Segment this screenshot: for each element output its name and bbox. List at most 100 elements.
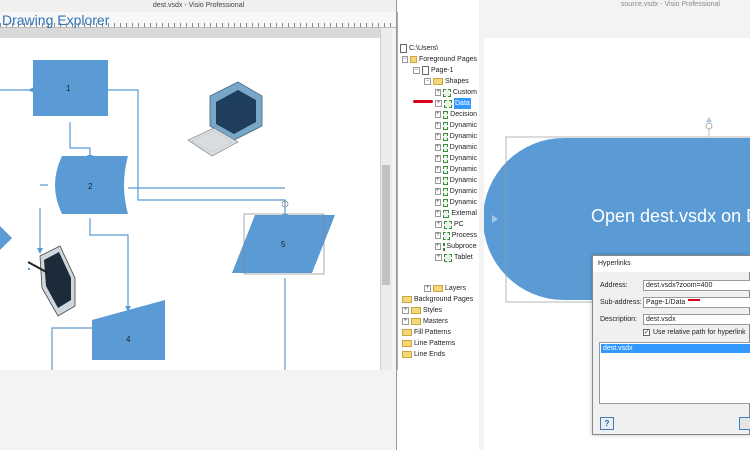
tree-node[interactable]: + Styles [402, 305, 477, 316]
tree-node[interactable]: + Dynamic [435, 131, 477, 142]
tree-node[interactable]: − Shapes [424, 76, 477, 87]
shape-icon [442, 231, 450, 240]
tree-node[interactable]: + Dynamic [435, 197, 477, 208]
terminator-shape-text: Open dest.vsdx on Data [591, 206, 750, 226]
shape-icon [442, 209, 450, 218]
tree-node[interactable]: + Tablet [435, 252, 477, 263]
dialog-title: Hyperlinks [593, 256, 750, 272]
tree-node[interactable]: + PC [435, 219, 477, 230]
expand-icon[interactable]: + [435, 221, 442, 228]
arrow-head [37, 248, 43, 254]
tree-node[interactable]: Background Pages [402, 294, 477, 305]
ok-button[interactable] [739, 417, 750, 430]
tree-node-label: Dynamic [449, 177, 477, 184]
shape-label-5: 5 [281, 240, 286, 249]
description-field[interactable]: dest.vsdx [643, 314, 750, 325]
tree-node[interactable]: + Data [435, 98, 477, 109]
scrollbar-thumb[interactable] [382, 165, 390, 285]
drawing-page[interactable]: 1 2 4 5 [0, 38, 380, 370]
tree-node[interactable]: + Dynamic [435, 153, 477, 164]
connector-line [89, 218, 129, 308]
collapse-icon[interactable]: − [402, 56, 408, 63]
expand-icon[interactable]: + [435, 144, 441, 151]
expand-icon[interactable]: + [435, 89, 442, 96]
expand-icon[interactable]: + [402, 307, 409, 314]
expand-icon[interactable]: + [435, 199, 441, 206]
folder-icon [409, 56, 418, 63]
tree-node[interactable]: + Decision [435, 109, 477, 120]
expand-icon[interactable]: + [435, 100, 442, 107]
hyperlink-list-item[interactable]: dest.vsdx [601, 344, 750, 353]
connector-line [51, 327, 92, 370]
tree-node[interactable]: + Dynamic [435, 142, 477, 153]
tree-node[interactable]: + Dynamic [435, 186, 477, 197]
expand-icon[interactable]: + [435, 232, 441, 239]
red-annotation-mark [413, 100, 433, 103]
description-label: Description: [600, 316, 637, 323]
relative-path-label: Use relative path for hyperlink [653, 329, 746, 336]
tree-node[interactable]: Fill Patterns [402, 327, 477, 338]
expand-icon[interactable]: + [435, 122, 441, 129]
collapse-icon[interactable]: − [424, 78, 431, 85]
subaddress-label: Sub-address: [600, 299, 642, 306]
tree-node[interactable]: Line Ends [402, 349, 477, 360]
rotation-handle-source [705, 122, 713, 130]
expand-icon[interactable]: + [424, 285, 431, 292]
tree-node-label: Custom [452, 89, 477, 96]
collapse-icon[interactable]: − [413, 67, 420, 74]
tree-node[interactable]: − Foreground Pages [402, 54, 477, 65]
expand-icon[interactable]: + [402, 318, 409, 325]
tree-node[interactable]: − Page-1 [413, 65, 477, 76]
expand-icon[interactable]: + [435, 254, 442, 261]
expand-icon[interactable]: + [435, 133, 441, 140]
tree-node[interactable]: + Dynamic [435, 175, 477, 186]
expand-icon[interactable]: + [435, 155, 441, 162]
shape-icon [442, 187, 448, 196]
tree-node[interactable]: + External [435, 208, 477, 219]
tree-node-label: Layers [445, 285, 467, 292]
drawing-canvas[interactable]: 1 2 4 5 [0, 28, 380, 370]
tree-node-label: External [451, 210, 477, 217]
folder-icon [402, 296, 412, 303]
shape-label-2: 2 [88, 182, 93, 191]
expand-icon[interactable]: + [435, 111, 441, 118]
window-title: dest.vsdx - Visio Professional [0, 0, 396, 12]
shape-icon [444, 99, 452, 108]
folder-icon [411, 307, 421, 314]
tree-node[interactable]: + Subprocess [435, 241, 477, 252]
help-button[interactable]: ? [600, 417, 614, 430]
tree-node-label: Data [454, 98, 471, 109]
tree-node[interactable]: + Process [435, 230, 477, 241]
tree-node-label: Tablet [454, 254, 473, 261]
tree-node[interactable]: + Dynamic [435, 120, 477, 131]
tree-node[interactable]: + Masters [402, 316, 477, 327]
relative-path-checkbox[interactable]: ✓ [643, 329, 650, 336]
tree-node[interactable]: + Dynamic [435, 164, 477, 175]
tree-node-label: Dynamic [449, 122, 477, 129]
tree-node[interactable]: + Layers [424, 283, 477, 294]
shape-icon [444, 220, 452, 229]
tree-node-label: Masters [423, 318, 448, 325]
tree-node-label: Decision [450, 111, 477, 118]
tree-node[interactable]: C:\Users\ [400, 43, 477, 54]
drawing-explorer-title: Drawing Explorer [2, 12, 110, 28]
tree-node-label: C:\Users\ [409, 45, 439, 52]
tree-node[interactable]: Line Patterns [402, 338, 477, 349]
tree-node[interactable]: + Custom [435, 87, 477, 98]
expand-icon[interactable]: + [435, 210, 441, 217]
address-field[interactable]: dest.vsdx?zoom=400 [643, 280, 750, 291]
hyperlinks-dialog: Hyperlinks Address: dest.vsdx?zoom=400 S… [592, 255, 750, 435]
expand-icon[interactable]: + [435, 177, 441, 184]
status-area [0, 370, 396, 450]
flowchart-diagram[interactable] [0, 38, 380, 370]
tree-node-label: Page-1 [431, 67, 454, 74]
expand-icon[interactable]: + [435, 188, 441, 195]
tree-node-label: Dynamic [449, 133, 477, 140]
expand-icon[interactable]: + [435, 243, 441, 250]
folder-icon [411, 318, 421, 325]
page-icon [400, 44, 407, 53]
hyperlink-list[interactable]: dest.vsdx [599, 342, 750, 404]
relative-path-option[interactable]: ✓ Use relative path for hyperlink [643, 329, 746, 336]
expand-icon[interactable]: + [435, 166, 441, 173]
shape-icon [442, 154, 448, 163]
